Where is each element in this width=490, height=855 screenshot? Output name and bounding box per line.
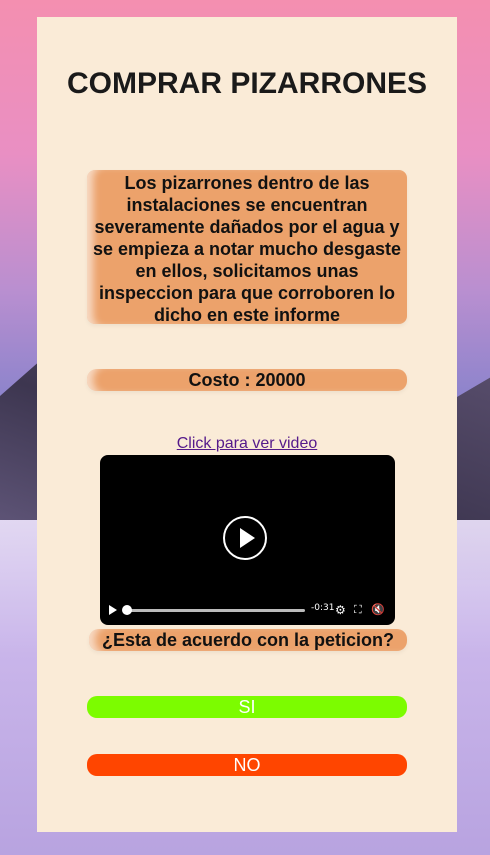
mute-icon[interactable]: 🔇 [371,601,385,619]
settings-icon[interactable]: ⚙ [335,601,346,619]
time-remaining: -0:31 [311,603,335,613]
seek-knob[interactable] [122,605,132,615]
video-link[interactable]: Click para ver video [37,435,457,453]
question-label: ¿Esta de acuerdo con la peticion? [89,629,407,651]
request-card: COMPRAR PIZARRONES Los pizarrones dentro… [37,17,457,832]
page-title: COMPRAR PIZARRONES [66,67,427,100]
video-controls: -0:31 ⚙ ⛶ 🔇 [100,601,395,619]
yes-button[interactable]: SI [87,696,407,718]
seek-bar[interactable] [125,609,305,612]
description-box: Los pizarrones dentro de las instalacion… [87,170,407,325]
video-player[interactable]: -0:31 ⚙ ⛶ 🔇 [100,455,395,625]
no-button[interactable]: NO [87,754,407,776]
control-play-icon[interactable] [109,605,117,615]
fullscreen-icon[interactable]: ⛶ [354,601,362,619]
play-icon[interactable] [223,516,267,560]
cost-label: Costo : 20000 [87,369,407,391]
